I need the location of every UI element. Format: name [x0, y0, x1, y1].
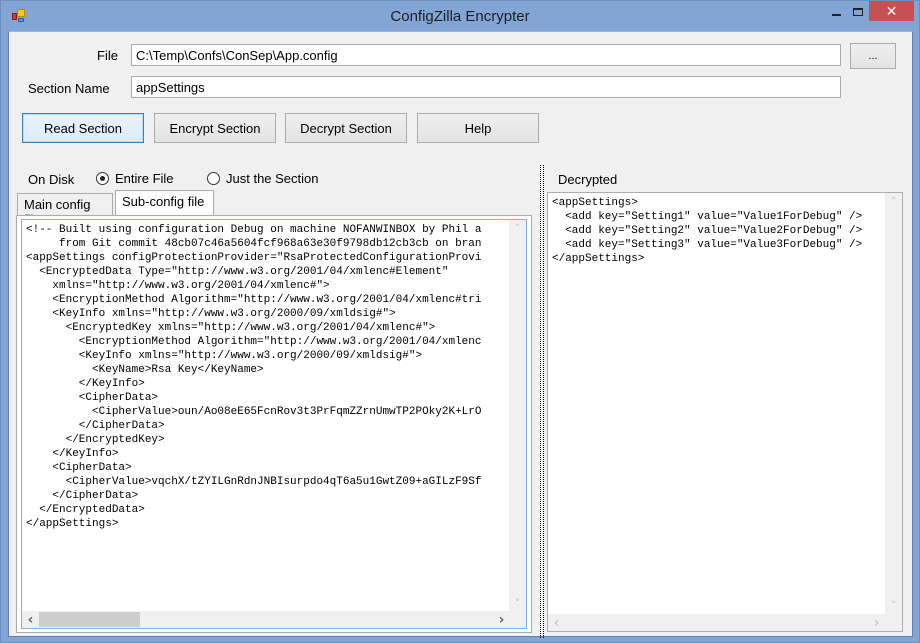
sub-config-code-line: <CipherValue>oun/Ao08eE65FcnRov3t3PrFqmZ… [26, 406, 482, 418]
decrypted-scroll-left-icon[interactable]: ‹ [548, 614, 565, 631]
sub-config-code-line: <KeyName>Rsa Key</KeyName> [26, 364, 264, 376]
encrypt-section-button[interactable]: Encrypt Section [154, 113, 276, 143]
radio-entire-file[interactable]: Entire File [96, 171, 174, 186]
sub-config-tab-panel: <!-- Built using configuration Debug on … [16, 215, 532, 633]
decrypted-vertical-scrollbar[interactable]: ˄ ˅ [885, 193, 902, 614]
title-bar[interactable]: ConfigZilla Encrypter ✕ [1, 1, 919, 31]
tab-sub-config-file[interactable]: Sub-config file [115, 190, 214, 215]
sub-config-code-line: </KeyInfo> [26, 448, 119, 460]
decrypted-label: Decrypted [558, 172, 618, 187]
sub-config-code-line: </CipherData> [26, 420, 165, 432]
sub-config-code-text: <!-- Built using configuration Debug on … [26, 223, 481, 531]
sub-config-code-line: <CipherData> [26, 462, 132, 474]
scroll-left-icon[interactable]: ‹ [22, 611, 39, 628]
sub-config-code-view[interactable]: <!-- Built using configuration Debug on … [21, 219, 527, 629]
horizontal-scrollbar[interactable]: ‹ › [22, 611, 510, 628]
panel-splitter[interactable] [540, 165, 544, 638]
decrypted-scroll-corner [885, 614, 902, 631]
help-button[interactable]: Help [417, 113, 539, 143]
sub-config-code-line: <EncryptedData Type="http://www.w3.org/2… [26, 266, 449, 278]
app-window: ConfigZilla Encrypter ✕ File C:\Temp\Con… [0, 0, 920, 643]
sub-config-code-line: <EncryptionMethod Algorithm="http://www.… [26, 336, 482, 348]
radio-unchecked-icon [207, 172, 220, 185]
window-title: ConfigZilla Encrypter [390, 8, 530, 25]
maximize-icon [853, 8, 863, 16]
radio-checked-icon [96, 172, 109, 185]
decrypted-horizontal-scrollbar[interactable]: ‹ › [548, 614, 885, 631]
sub-config-code-line: <EncryptionMethod Algorithm="http://www.… [26, 294, 482, 306]
minimize-icon [831, 13, 841, 16]
sub-config-code-line: <!-- Built using configuration Debug on … [26, 224, 482, 236]
decrypted-scroll-down-icon[interactable]: ˅ [885, 597, 902, 614]
scroll-up-icon[interactable]: ˄ [509, 220, 526, 237]
horizontal-scroll-thumb[interactable] [39, 612, 140, 627]
sub-config-code-line: </CipherData> [26, 490, 139, 502]
section-name-label: Section Name [28, 81, 110, 96]
radio-just-section-label: Just the Section [226, 171, 319, 186]
tab-main-config-file[interactable]: Main config file [17, 193, 113, 227]
decrypted-code-line: <add key="Setting3" value="Value3ForDebu… [552, 239, 863, 251]
scroll-down-icon[interactable]: ˅ [509, 595, 526, 612]
decrypted-code-view[interactable]: <appSettings> <add key="Setting1" value=… [547, 192, 903, 632]
sub-config-code-line: from Git commit 48cb07c46a5604fcf968a63e… [26, 238, 482, 250]
vertical-scrollbar[interactable]: ˄ ˅ [509, 220, 526, 612]
sub-config-code-line: <appSettings configProtectionProvider="R… [26, 252, 482, 264]
sub-config-code-line: </appSettings> [26, 518, 119, 530]
sub-config-code-line: xmlns="http://www.w3.org/2001/04/xmlenc#… [26, 280, 330, 292]
sub-config-code-line: <KeyInfo xmlns="http://www.w3.org/2000/0… [26, 308, 396, 320]
scroll-corner [509, 611, 526, 628]
radio-just-section[interactable]: Just the Section [207, 171, 319, 186]
sub-config-code-line: <CipherValue>vqchX/tZYILGnRdnJNBIsurpdo4… [26, 476, 482, 488]
decrypted-code-line: <add key="Setting2" value="Value2ForDebu… [552, 225, 863, 237]
decrypted-code-line: <add key="Setting1" value="Value1ForDebu… [552, 211, 863, 223]
sub-config-code-line: <EncryptedKey xmlns="http://www.w3.org/2… [26, 322, 436, 334]
close-icon: ✕ [885, 2, 898, 19]
radio-entire-file-label: Entire File [115, 171, 174, 186]
on-disk-label: On Disk [28, 172, 75, 187]
file-label: File [97, 48, 118, 63]
sub-config-code-line: <CipherData> [26, 392, 159, 404]
section-name-input[interactable]: appSettings [131, 76, 841, 98]
decrypted-code-line: <appSettings> [552, 197, 638, 209]
decrypted-code-text: <appSettings> <add key="Setting1" value=… [552, 196, 862, 266]
decrypt-section-button[interactable]: Decrypt Section [285, 113, 407, 143]
scroll-right-icon[interactable]: › [493, 611, 510, 628]
decrypted-code-line: </appSettings> [552, 253, 645, 265]
decrypted-scroll-up-icon[interactable]: ˄ [885, 193, 902, 210]
browse-button[interactable]: ... [850, 43, 896, 69]
sub-config-code-line: </EncryptedData> [26, 504, 145, 516]
sub-config-code-line: </KeyInfo> [26, 378, 145, 390]
sub-config-code-line: </EncryptedKey> [26, 434, 165, 446]
maximize-button[interactable] [847, 1, 869, 22]
close-button[interactable]: ✕ [869, 1, 914, 21]
decrypted-scroll-right-icon[interactable]: › [868, 614, 885, 631]
client-area: File C:\Temp\Confs\ConSep\App.config ...… [8, 31, 913, 638]
read-section-button[interactable]: Read Section [22, 113, 144, 143]
file-path-input[interactable]: C:\Temp\Confs\ConSep\App.config [131, 44, 841, 66]
sub-config-code-line: <KeyInfo xmlns="http://www.w3.org/2000/0… [26, 350, 423, 362]
